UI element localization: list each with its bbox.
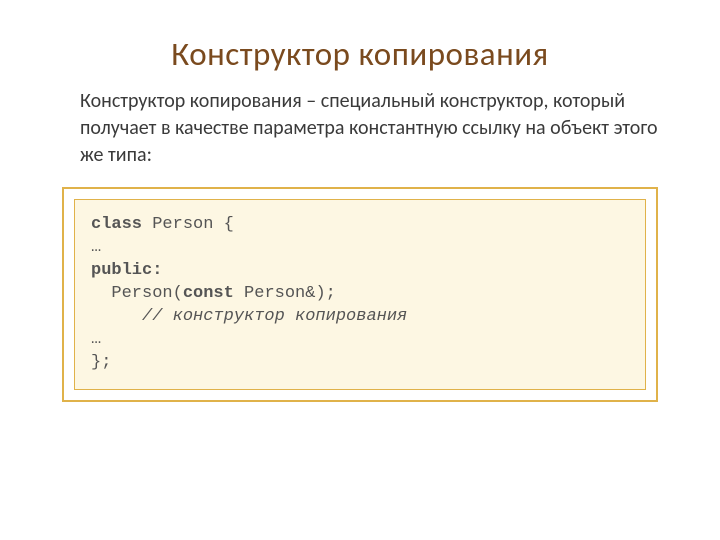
code-text: …: [91, 330, 101, 349]
slide-title: Конструктор копирования: [0, 0, 720, 74]
code-text: };: [91, 353, 111, 372]
slide: Конструктор копирования Конструктор копи…: [0, 0, 720, 540]
code-block: class Person { … public: Person(const Pe…: [74, 199, 646, 390]
code-keyword-public: public:: [91, 261, 162, 280]
code-text: Person(: [91, 284, 183, 303]
code-text: Person {: [142, 215, 234, 234]
code-comment: // конструктор копирования: [91, 307, 407, 326]
slide-body-text: Конструктор копирования – специальный ко…: [0, 74, 720, 169]
code-text: …: [91, 238, 101, 257]
code-keyword-const: const: [183, 284, 234, 303]
code-block-outer: class Person { … public: Person(const Pe…: [62, 187, 658, 402]
code-text: Person&);: [234, 284, 336, 303]
code-keyword-class: class: [91, 215, 142, 234]
